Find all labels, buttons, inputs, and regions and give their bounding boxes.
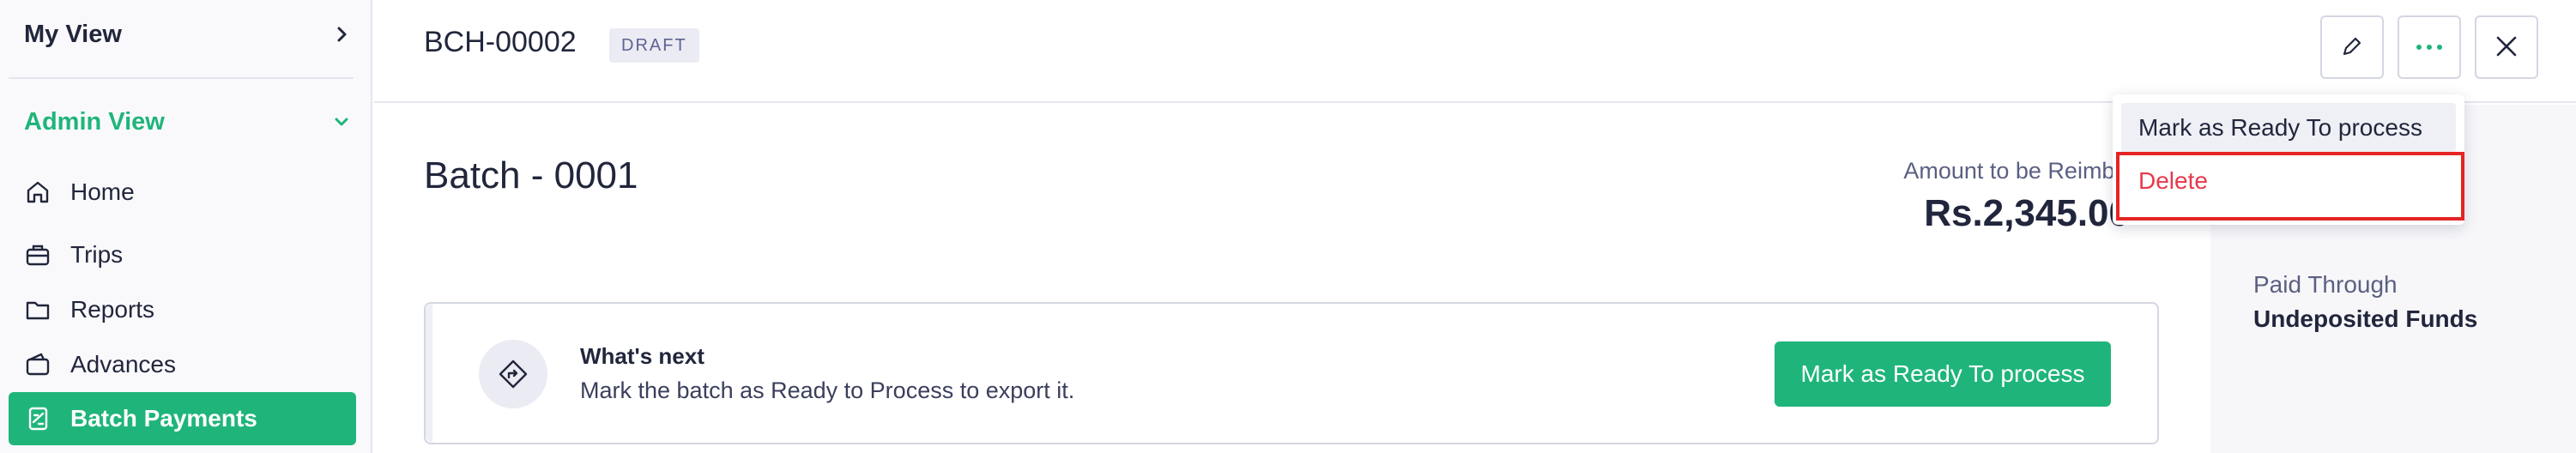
page-header: BCH-00002 DRAFT — [374, 0, 2576, 103]
sidebar-item-label: Reports — [70, 296, 155, 323]
menu-item-mark-ready[interactable]: Mark as Ready To process — [2121, 103, 2456, 153]
close-icon — [2494, 33, 2519, 62]
mark-ready-button[interactable]: Mark as Ready To process — [1775, 341, 2111, 407]
chevron-right-icon — [330, 22, 354, 46]
status-badge: DRAFT — [609, 28, 699, 63]
close-button[interactable] — [2475, 15, 2538, 79]
sidebar-item-label: Batch Payments — [70, 405, 257, 432]
card-accent-bar — [426, 304, 432, 443]
sidebar-item-reports[interactable]: Reports — [9, 283, 356, 336]
sidebar-item-label: Trips — [70, 241, 124, 268]
home-icon — [22, 177, 53, 208]
admin-view-toggle[interactable]: Admin View — [24, 103, 354, 141]
edit-button[interactable] — [2320, 15, 2384, 79]
sidebar-item-trips[interactable]: Trips — [9, 228, 356, 281]
sidebar-item-label: Home — [70, 178, 135, 205]
next-step-icon — [479, 340, 547, 408]
amount-value: Rs.2,345.00 — [1924, 192, 2130, 234]
folder-icon — [22, 294, 53, 325]
sidebar: My View Admin View Home Trips Reports Ad… — [0, 0, 372, 453]
my-view-toggle[interactable]: My View — [24, 15, 354, 53]
batch-title: Batch - 0001 — [424, 154, 638, 196]
sidebar-item-label: Advances — [70, 351, 176, 378]
page-title: BCH-00002 — [424, 26, 577, 58]
more-options-button[interactable] — [2398, 15, 2461, 79]
whats-next-title: What's next — [580, 343, 704, 369]
pencil-icon — [2339, 33, 2365, 62]
sidebar-item-batch-payments[interactable]: Batch Payments — [9, 392, 356, 445]
briefcase-icon — [22, 239, 53, 270]
chevron-down-icon — [330, 110, 354, 134]
admin-view-label: Admin View — [24, 107, 165, 136]
wallet-icon — [22, 349, 53, 380]
sidebar-divider — [9, 77, 354, 79]
whats-next-card: What's next Mark the batch as Ready to P… — [424, 302, 2159, 444]
batch-payments-icon — [22, 403, 53, 434]
paid-through-value: Undeposited Funds — [2253, 305, 2478, 332]
whats-next-description: Mark the batch as Ready to Process to ex… — [580, 378, 1075, 403]
my-view-label: My View — [24, 20, 122, 48]
ellipsis-icon — [2415, 41, 2444, 54]
more-options-menu: Mark as Ready To process Delete — [2113, 94, 2464, 225]
paid-through-label: Paid Through — [2253, 271, 2398, 298]
sidebar-item-advances[interactable]: Advances — [9, 338, 356, 391]
sidebar-item-home[interactable]: Home — [9, 166, 356, 219]
menu-item-delete[interactable]: Delete — [2121, 156, 2456, 206]
